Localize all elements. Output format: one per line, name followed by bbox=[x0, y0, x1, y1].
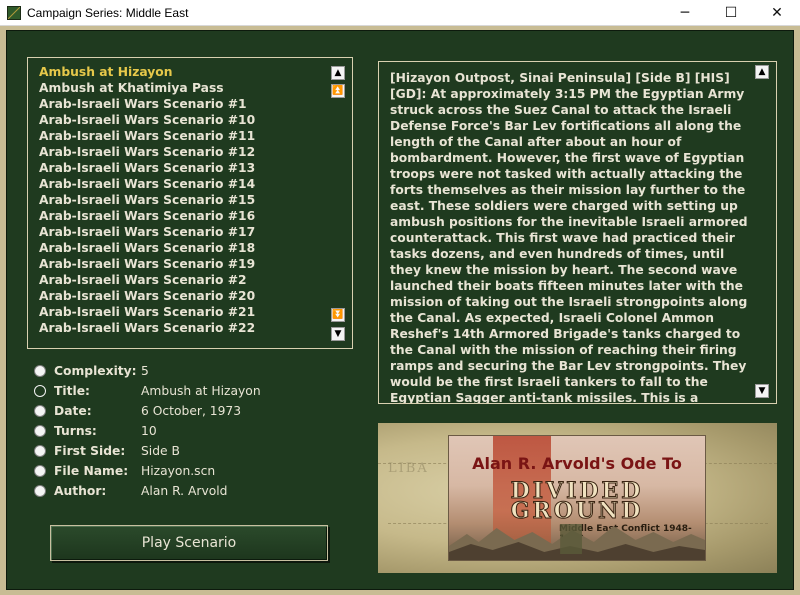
maximize-button[interactable]: ☐ bbox=[708, 0, 754, 26]
file-name-radio[interactable] bbox=[34, 465, 46, 477]
list-page-up-icon[interactable]: ⏫ bbox=[331, 84, 345, 98]
minimize-button[interactable]: ─ bbox=[662, 0, 708, 26]
ad-title: Alan R. Arvold's Ode To bbox=[472, 454, 682, 473]
title-value: Ambush at Hizayon bbox=[141, 384, 261, 398]
divided-ground-ad: Alan R. Arvold's Ode To DIVIDED GROUND M… bbox=[448, 435, 706, 561]
detail-file-name[interactable]: File Name: Hizayon.scn bbox=[34, 461, 354, 481]
file-name-label: File Name: bbox=[54, 464, 129, 478]
turns-value: 10 bbox=[141, 424, 157, 438]
scenario-list-item[interactable]: Arab-Israeli Wars Scenario #2 bbox=[39, 272, 352, 288]
scenario-list-item[interactable]: Ambush at Hizayon bbox=[39, 64, 352, 80]
title-radio[interactable] bbox=[34, 385, 46, 397]
scenario-list-items: Ambush at Hizayon Ambush at Khatimiya Pas… bbox=[39, 64, 352, 336]
detail-date[interactable]: Date: 6 October, 1973 bbox=[34, 401, 354, 421]
detail-first-side[interactable]: First Side: Side B bbox=[34, 441, 354, 461]
complexity-radio[interactable] bbox=[34, 365, 46, 377]
date-label: Date: bbox=[54, 404, 92, 418]
scenario-list-item[interactable]: Arab-Israeli Wars Scenario #11 bbox=[39, 128, 352, 144]
scenario-list-item[interactable]: Arab-Israeli Wars Scenario #15 bbox=[39, 192, 352, 208]
first-side-label: First Side: bbox=[54, 444, 126, 458]
turns-radio[interactable] bbox=[34, 425, 46, 437]
scenario-banner: LIBA Alan R. Arvold's Ode To DIVIDED GRO… bbox=[378, 423, 777, 573]
scenario-list-item[interactable]: Arab-Israeli Wars Scenario #17 bbox=[39, 224, 352, 240]
scenario-list-item[interactable]: Arab-Israeli Wars Scenario #13 bbox=[39, 160, 352, 176]
mountains-icon bbox=[449, 524, 705, 560]
scenario-list-item[interactable]: Arab-Israeli Wars Scenario #20 bbox=[39, 288, 352, 304]
complexity-value: 5 bbox=[141, 364, 149, 378]
app-icon bbox=[7, 5, 21, 20]
scenario-list-item[interactable]: Arab-Israeli Wars Scenario #12 bbox=[39, 144, 352, 160]
scenario-selection-screen: Ambush at Hizayon Ambush at Khatimiya Pas… bbox=[6, 30, 794, 590]
detail-title[interactable]: Title: Ambush at Hizayon bbox=[34, 381, 354, 401]
list-page-down-icon[interactable]: ⏬ bbox=[331, 308, 345, 322]
scenario-list-item[interactable]: Arab-Israeli Wars Scenario #10 bbox=[39, 112, 352, 128]
description-scroll-down-icon[interactable]: ▼ bbox=[755, 384, 769, 398]
list-scroll-up-icon[interactable]: ▲ bbox=[331, 66, 345, 80]
file-name-value: Hizayon.scn bbox=[141, 464, 216, 478]
first-side-radio[interactable] bbox=[34, 445, 46, 457]
title-label: Title: bbox=[54, 384, 90, 398]
scenario-list-item[interactable]: Arab-Israeli Wars Scenario #1 bbox=[39, 96, 352, 112]
date-value: 6 October, 1973 bbox=[141, 404, 242, 418]
complexity-label: Complexity: bbox=[54, 364, 137, 378]
list-scroll-down-icon[interactable]: ▼ bbox=[331, 327, 345, 341]
window-controls: ─ ☐ ✕ bbox=[662, 0, 800, 26]
scenario-list[interactable]: Ambush at Hizayon Ambush at Khatimiya Pas… bbox=[27, 57, 353, 349]
window-titlebar[interactable]: Campaign Series: Middle East ─ ☐ ✕ bbox=[0, 0, 800, 26]
scenario-list-item[interactable]: Arab-Israeli Wars Scenario #21 bbox=[39, 304, 352, 320]
scenario-list-item[interactable]: Arab-Israeli Wars Scenario #22 bbox=[39, 320, 352, 336]
author-value: Alan R. Arvold bbox=[141, 484, 228, 498]
scenario-list-item[interactable]: Arab-Israeli Wars Scenario #19 bbox=[39, 256, 352, 272]
scenario-list-item[interactable]: Arab-Israeli Wars Scenario #14 bbox=[39, 176, 352, 192]
map-label: LIBA bbox=[388, 461, 429, 476]
window-title: Campaign Series: Middle East bbox=[27, 5, 189, 20]
author-radio[interactable] bbox=[34, 485, 46, 497]
scenario-list-item[interactable]: Arab-Israeli Wars Scenario #16 bbox=[39, 208, 352, 224]
first-side-value: Side B bbox=[141, 444, 180, 458]
detail-author[interactable]: Author: Alan R. Arvold bbox=[34, 481, 354, 501]
scenario-list-item[interactable]: Ambush at Khatimiya Pass bbox=[39, 80, 352, 96]
description-scroll-up-icon[interactable]: ▲ bbox=[755, 65, 769, 79]
scenario-description[interactable]: [Hizayon Outpost, Sinai Peninsula] [Side… bbox=[378, 61, 777, 404]
scenario-list-item[interactable]: Arab-Israeli Wars Scenario #18 bbox=[39, 240, 352, 256]
author-label: Author: bbox=[54, 484, 107, 498]
scenario-details: Complexity: 5 Title: Ambush at Hizayon D… bbox=[34, 361, 354, 501]
turns-label: Turns: bbox=[54, 424, 97, 438]
play-scenario-button[interactable]: Play Scenario bbox=[50, 525, 328, 561]
date-radio[interactable] bbox=[34, 405, 46, 417]
description-text: [Hizayon Outpost, Sinai Peninsula] [Side… bbox=[390, 71, 748, 404]
detail-complexity[interactable]: Complexity: 5 bbox=[34, 361, 354, 381]
close-button[interactable]: ✕ bbox=[754, 0, 800, 26]
detail-turns[interactable]: Turns: 10 bbox=[34, 421, 354, 441]
